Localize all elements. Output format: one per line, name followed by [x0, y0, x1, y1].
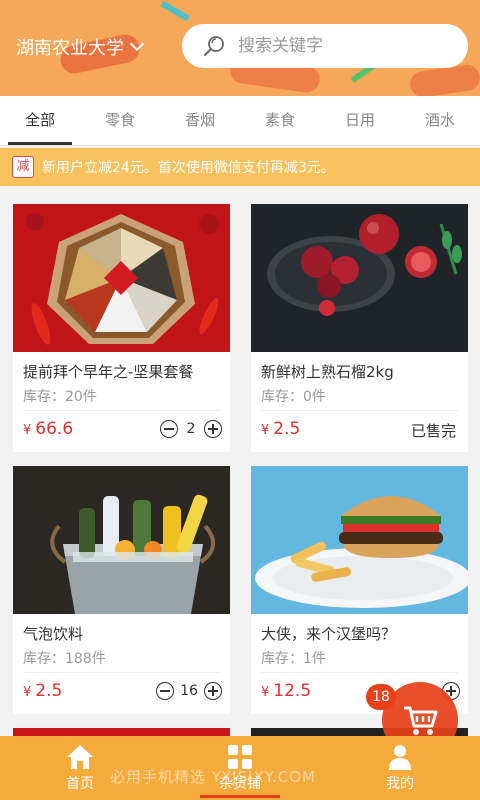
product-name: 气泡饮料: [23, 625, 84, 643]
tab-cigarettes[interactable]: 香烟: [160, 96, 240, 145]
product-card[interactable]: 新鲜树上熟石榴2kg 库存：0件 ¥2.5 已售完: [251, 204, 468, 452]
plus-icon[interactable]: [204, 420, 222, 438]
search-icon: [204, 36, 224, 56]
user-icon: [389, 745, 411, 770]
product-name: 新鲜树上熟石榴2kg: [261, 363, 394, 381]
quantity-stepper: 16: [156, 682, 222, 700]
product-price: ¥2.5: [23, 681, 62, 701]
quantity-stepper: 2: [160, 420, 222, 438]
promo-text: 新用户立减24元。首次使用微信支付再减3元。: [42, 160, 335, 176]
promo-notice: 减 新用户立减24元。首次使用微信支付再减3元。: [0, 148, 480, 186]
divider: [261, 410, 458, 411]
price-value: 12.5: [273, 681, 312, 701]
product-card[interactable]: 大侠，来个汉堡吗？ 库存：1件 ¥12.5: [251, 466, 468, 714]
product-card[interactable]: 气泡饮料 库存：188件 ¥2.5 16: [13, 466, 230, 714]
nav-home-label: 首页: [66, 776, 94, 792]
product-card[interactable]: 提前拜个早年之-坚果套餐 库存：20件 ¥66.6 2: [13, 204, 230, 452]
product-name: 大侠，来个汉堡吗？: [261, 625, 397, 643]
divider: [23, 410, 220, 411]
product-image-nuts[interactable]: [13, 204, 230, 352]
tab-snacks[interactable]: 零食: [80, 96, 160, 145]
tab-vegetarian[interactable]: 素食: [240, 96, 320, 145]
price-value: 66.6: [35, 419, 74, 439]
location-label: 湖南农业大学: [16, 38, 124, 59]
search-bar[interactable]: [182, 24, 468, 68]
confetti-decoration: [160, 0, 190, 22]
price-value: 2.5: [273, 419, 301, 439]
product-image-burger[interactable]: [251, 466, 468, 614]
divider: [23, 672, 220, 673]
currency-symbol: ¥: [23, 685, 32, 700]
product-stock: 库存：0件: [261, 389, 326, 405]
tab-drinks[interactable]: 酒水: [400, 96, 480, 145]
product-stock: 库存：20件: [23, 389, 97, 405]
tab-daily[interactable]: 日用: [320, 96, 400, 145]
cart-count-badge: 18: [366, 684, 396, 710]
minus-icon[interactable]: [160, 420, 178, 438]
location-selector[interactable]: 湖南农业大学: [16, 34, 145, 60]
nav-profile-label: 我的: [386, 776, 414, 792]
product-name: 提前拜个早年之-坚果套餐: [23, 363, 194, 381]
category-tabs: 全部 零食 香烟 素食 日用 酒水: [0, 96, 480, 146]
product-stock: 库存：188件: [23, 651, 106, 667]
product-price: ¥66.6: [23, 419, 73, 439]
product-stock: 库存：1件: [261, 651, 326, 667]
cart-icon: [404, 706, 438, 735]
next-row-card-peek: [13, 728, 230, 736]
discount-badge: 减: [12, 156, 34, 178]
product-price: ¥2.5: [261, 419, 300, 439]
currency-symbol: ¥: [23, 423, 32, 438]
hotdog-decoration: [408, 63, 480, 96]
currency-symbol: ¥: [261, 423, 270, 438]
currency-symbol: ¥: [261, 685, 270, 700]
sold-out-label: 已售完: [410, 422, 456, 440]
price-value: 2.5: [35, 681, 63, 701]
home-icon: [67, 745, 93, 769]
product-image-drinks[interactable]: [13, 466, 230, 614]
header-banner: 湖南农业大学: [0, 0, 480, 96]
product-price: ¥12.5: [261, 681, 311, 701]
search-input[interactable]: [238, 36, 438, 56]
quantity-value: 16: [180, 683, 198, 699]
divider: [261, 672, 458, 673]
nav-profile[interactable]: 我的: [320, 736, 480, 800]
product-image-pomegranate[interactable]: [251, 204, 468, 352]
minus-icon[interactable]: [156, 682, 174, 700]
plus-icon[interactable]: [204, 682, 222, 700]
watermark-text: 必用手机精选 YYJSJXY.COM: [110, 768, 316, 786]
tab-all[interactable]: 全部: [0, 96, 80, 145]
quantity-value: 2: [186, 421, 196, 437]
chevron-down-icon: [129, 36, 145, 52]
